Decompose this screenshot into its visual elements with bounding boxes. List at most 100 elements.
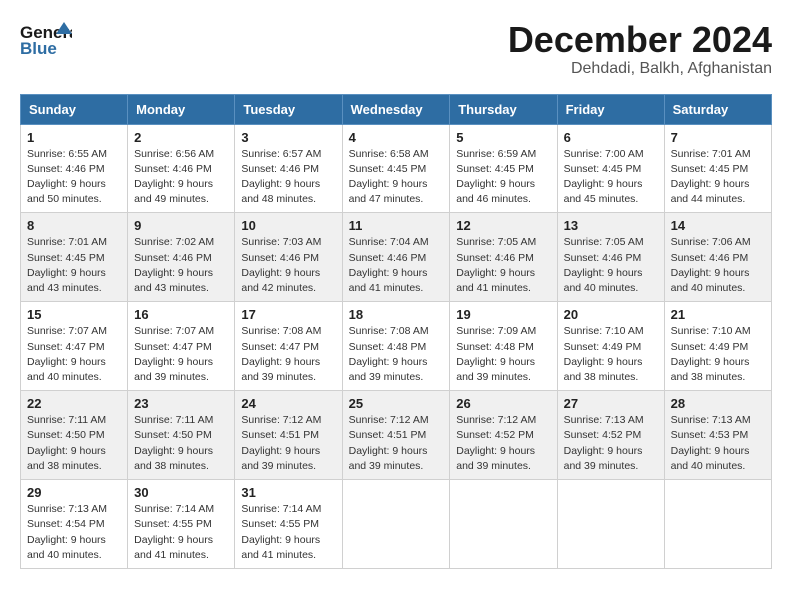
day-number: 8 [27,218,121,233]
sunset-label: Sunset: 4:48 PM [349,341,427,353]
day-info: Sunrise: 7:13 AM Sunset: 4:54 PM Dayligh… [27,502,121,563]
day-info: Sunrise: 7:04 AM Sunset: 4:46 PM Dayligh… [349,235,444,296]
calendar-week-row: 8 Sunrise: 7:01 AM Sunset: 4:45 PM Dayli… [21,213,772,302]
day-number: 27 [564,396,658,411]
weekday-header-cell: Thursday [450,94,557,124]
day-info: Sunrise: 7:11 AM Sunset: 4:50 PM Dayligh… [134,413,228,474]
sunrise-label: Sunrise: 7:08 AM [241,325,321,337]
day-number: 3 [241,130,335,145]
calendar-cell: 30 Sunrise: 7:14 AM Sunset: 4:55 PM Dayl… [128,480,235,569]
calendar-cell: 6 Sunrise: 7:00 AM Sunset: 4:45 PM Dayli… [557,124,664,213]
svg-text:Blue: Blue [20,39,57,58]
day-number: 23 [134,396,228,411]
day-info: Sunrise: 7:01 AM Sunset: 4:45 PM Dayligh… [27,235,121,296]
day-number: 25 [349,396,444,411]
calendar-cell: 24 Sunrise: 7:12 AM Sunset: 4:51 PM Dayl… [235,391,342,480]
sunrise-label: Sunrise: 7:14 AM [134,503,214,515]
calendar-cell: 20 Sunrise: 7:10 AM Sunset: 4:49 PM Dayl… [557,302,664,391]
calendar-cell: 23 Sunrise: 7:11 AM Sunset: 4:50 PM Dayl… [128,391,235,480]
day-info: Sunrise: 7:00 AM Sunset: 4:45 PM Dayligh… [564,147,658,208]
day-info: Sunrise: 7:09 AM Sunset: 4:48 PM Dayligh… [456,324,550,385]
day-info: Sunrise: 6:57 AM Sunset: 4:46 PM Dayligh… [241,147,335,208]
daylight-label: Daylight: 9 hours and 41 minutes. [134,534,213,561]
calendar-cell: 9 Sunrise: 7:02 AM Sunset: 4:46 PM Dayli… [128,213,235,302]
sunset-label: Sunset: 4:46 PM [134,163,212,175]
sunrise-label: Sunrise: 6:59 AM [456,148,536,160]
daylight-label: Daylight: 9 hours and 41 minutes. [241,534,320,561]
daylight-label: Daylight: 9 hours and 39 minutes. [349,445,428,472]
day-number: 2 [134,130,228,145]
day-info: Sunrise: 7:10 AM Sunset: 4:49 PM Dayligh… [671,324,765,385]
calendar-cell: 7 Sunrise: 7:01 AM Sunset: 4:45 PM Dayli… [664,124,771,213]
sunset-label: Sunset: 4:46 PM [349,252,427,264]
sunrise-label: Sunrise: 7:11 AM [27,414,106,426]
weekday-header-cell: Friday [557,94,664,124]
day-info: Sunrise: 6:55 AM Sunset: 4:46 PM Dayligh… [27,147,121,208]
calendar-week-row: 22 Sunrise: 7:11 AM Sunset: 4:50 PM Dayl… [21,391,772,480]
day-number: 16 [134,307,228,322]
calendar-cell: 10 Sunrise: 7:03 AM Sunset: 4:46 PM Dayl… [235,213,342,302]
sunrise-label: Sunrise: 7:12 AM [349,414,429,426]
sunrise-label: Sunrise: 7:13 AM [671,414,751,426]
sunset-label: Sunset: 4:45 PM [349,163,427,175]
calendar-cell: 15 Sunrise: 7:07 AM Sunset: 4:47 PM Dayl… [21,302,128,391]
calendar-cell: 3 Sunrise: 6:57 AM Sunset: 4:46 PM Dayli… [235,124,342,213]
day-number: 29 [27,485,121,500]
day-number: 21 [671,307,765,322]
daylight-label: Daylight: 9 hours and 40 minutes. [27,356,106,383]
day-info: Sunrise: 7:03 AM Sunset: 4:46 PM Dayligh… [241,235,335,296]
calendar-cell [342,480,450,569]
sunset-label: Sunset: 4:50 PM [27,429,105,441]
calendar-cell [664,480,771,569]
sunset-label: Sunset: 4:46 PM [671,252,749,264]
day-number: 30 [134,485,228,500]
calendar-cell: 28 Sunrise: 7:13 AM Sunset: 4:53 PM Dayl… [664,391,771,480]
day-info: Sunrise: 7:08 AM Sunset: 4:47 PM Dayligh… [241,324,335,385]
calendar-cell: 16 Sunrise: 7:07 AM Sunset: 4:47 PM Dayl… [128,302,235,391]
day-number: 4 [349,130,444,145]
sunset-label: Sunset: 4:46 PM [241,252,319,264]
sunset-label: Sunset: 4:46 PM [564,252,642,264]
daylight-label: Daylight: 9 hours and 41 minutes. [349,267,428,294]
sunrise-label: Sunrise: 7:04 AM [349,236,429,248]
day-number: 18 [349,307,444,322]
day-info: Sunrise: 7:12 AM Sunset: 4:51 PM Dayligh… [349,413,444,474]
sunrise-label: Sunrise: 6:58 AM [349,148,429,160]
sunset-label: Sunset: 4:45 PM [671,163,749,175]
sunrise-label: Sunrise: 7:03 AM [241,236,321,248]
calendar-week-row: 15 Sunrise: 7:07 AM Sunset: 4:47 PM Dayl… [21,302,772,391]
sunset-label: Sunset: 4:53 PM [671,429,749,441]
daylight-label: Daylight: 9 hours and 45 minutes. [564,178,643,205]
sunrise-label: Sunrise: 6:55 AM [27,148,107,160]
daylight-label: Daylight: 9 hours and 41 minutes. [456,267,535,294]
sunrise-label: Sunrise: 7:14 AM [241,503,321,515]
day-number: 26 [456,396,550,411]
day-number: 9 [134,218,228,233]
day-number: 11 [349,218,444,233]
calendar-cell: 11 Sunrise: 7:04 AM Sunset: 4:46 PM Dayl… [342,213,450,302]
daylight-label: Daylight: 9 hours and 43 minutes. [134,267,213,294]
sunset-label: Sunset: 4:48 PM [456,341,534,353]
calendar-cell: 25 Sunrise: 7:12 AM Sunset: 4:51 PM Dayl… [342,391,450,480]
day-info: Sunrise: 7:10 AM Sunset: 4:49 PM Dayligh… [564,324,658,385]
daylight-label: Daylight: 9 hours and 39 minutes. [241,356,320,383]
location: Dehdadi, Balkh, Afghanistan [508,60,772,78]
day-info: Sunrise: 7:02 AM Sunset: 4:46 PM Dayligh… [134,235,228,296]
daylight-label: Daylight: 9 hours and 50 minutes. [27,178,106,205]
daylight-label: Daylight: 9 hours and 43 minutes. [27,267,106,294]
sunrise-label: Sunrise: 7:13 AM [27,503,107,515]
calendar-cell: 29 Sunrise: 7:13 AM Sunset: 4:54 PM Dayl… [21,480,128,569]
calendar-table: SundayMondayTuesdayWednesdayThursdayFrid… [20,94,772,569]
sunset-label: Sunset: 4:55 PM [241,518,319,530]
day-number: 22 [27,396,121,411]
sunrise-label: Sunrise: 7:12 AM [456,414,536,426]
day-info: Sunrise: 7:07 AM Sunset: 4:47 PM Dayligh… [134,324,228,385]
daylight-label: Daylight: 9 hours and 38 minutes. [671,356,750,383]
daylight-label: Daylight: 9 hours and 47 minutes. [349,178,428,205]
day-info: Sunrise: 7:12 AM Sunset: 4:52 PM Dayligh… [456,413,550,474]
day-info: Sunrise: 7:14 AM Sunset: 4:55 PM Dayligh… [241,502,335,563]
daylight-label: Daylight: 9 hours and 39 minutes. [456,356,535,383]
sunset-label: Sunset: 4:47 PM [241,341,319,353]
calendar-cell: 22 Sunrise: 7:11 AM Sunset: 4:50 PM Dayl… [21,391,128,480]
daylight-label: Daylight: 9 hours and 40 minutes. [564,267,643,294]
